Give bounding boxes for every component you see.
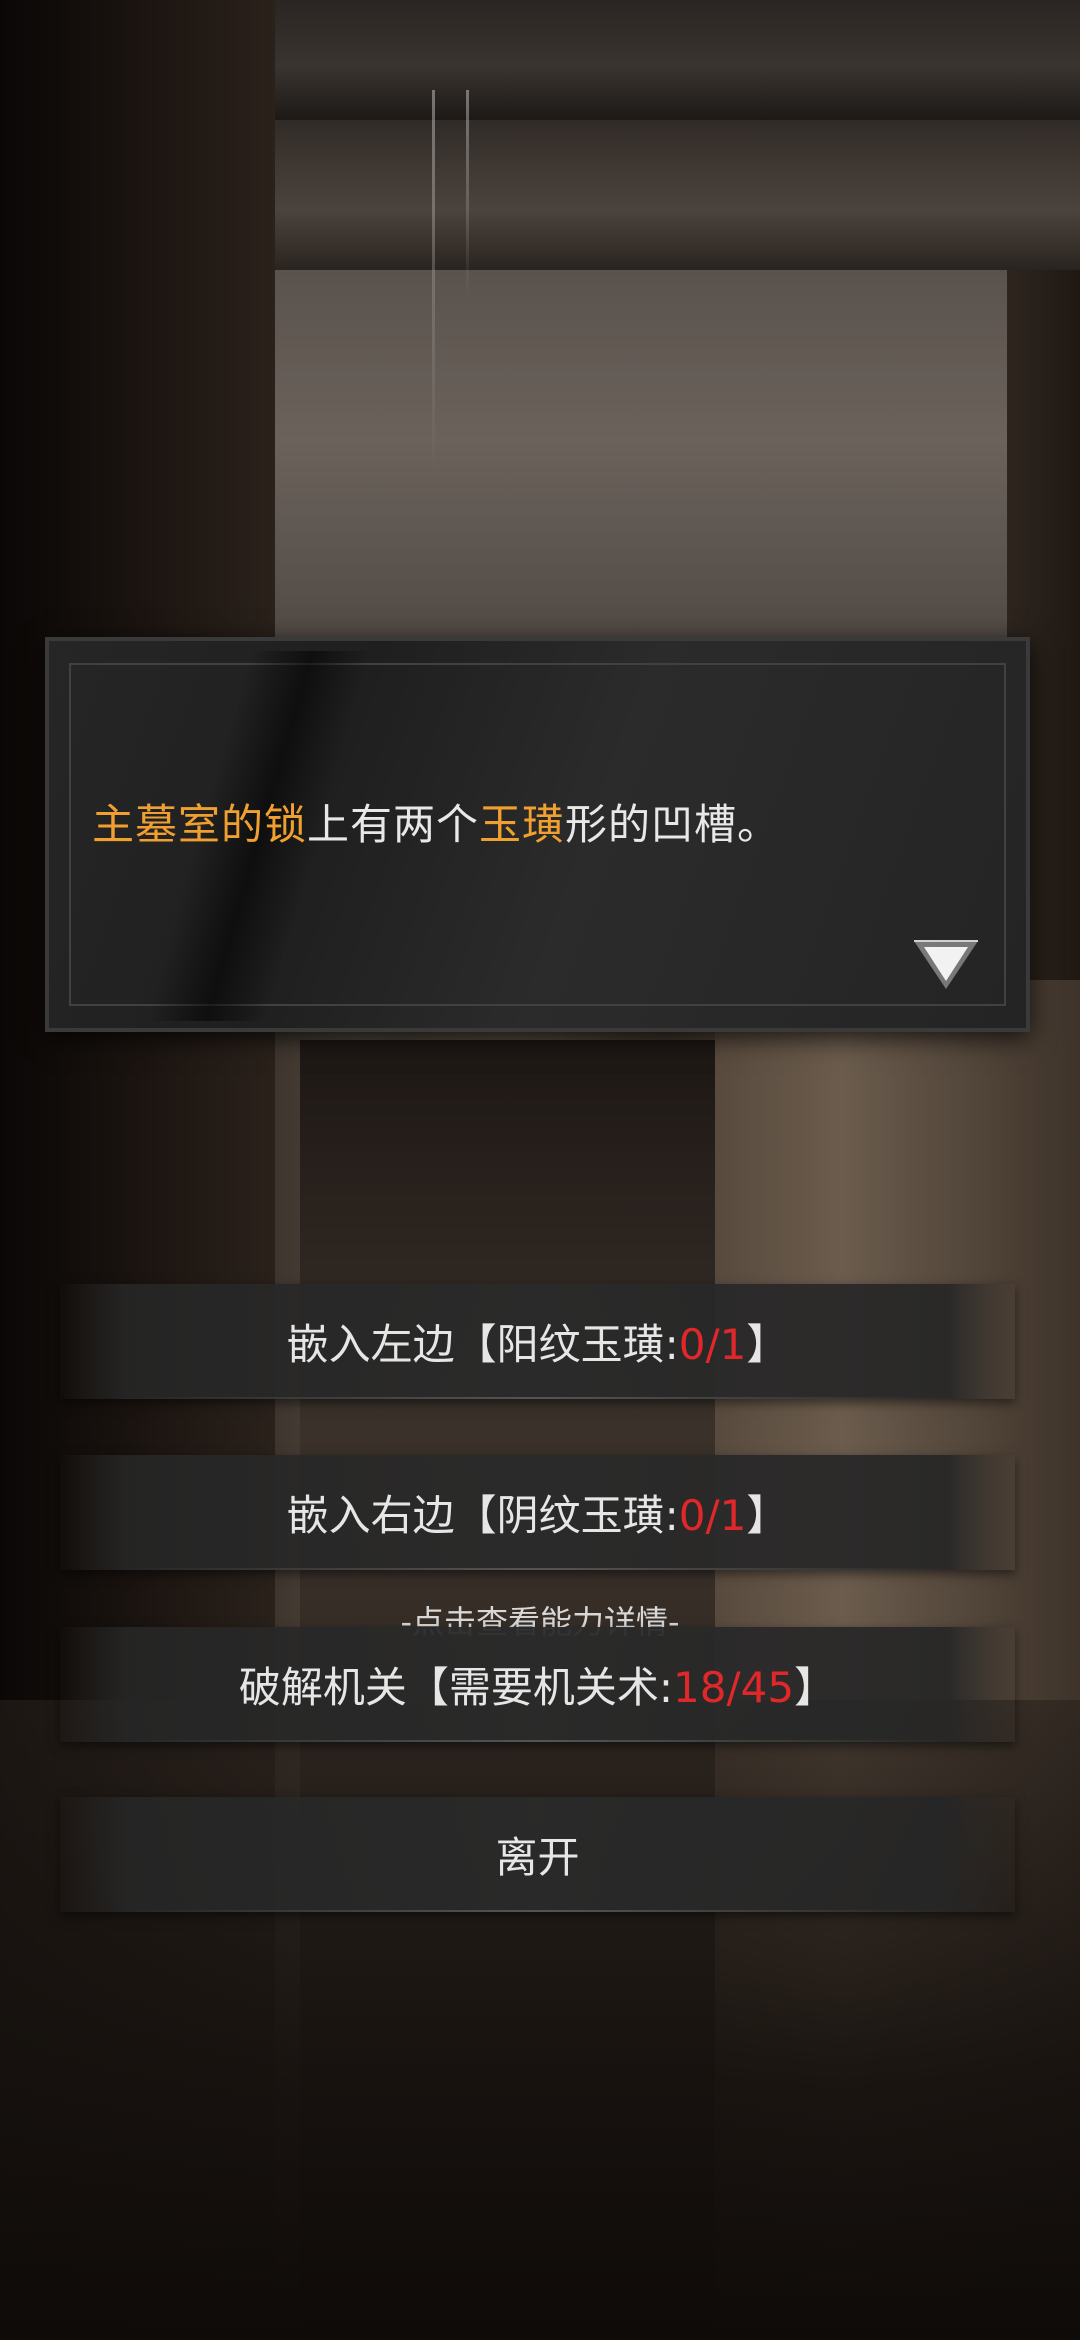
dialog-box[interactable]: 主墓室的锁上有两个玉璜形的凹槽。	[45, 637, 1030, 1032]
requirement-value: 0/1	[678, 1320, 747, 1369]
crack-mechanism-button[interactable]: 破解机关【需要机关术:18/45】	[60, 1627, 1015, 1742]
option-label: 离开	[495, 1833, 580, 1882]
dialog-text-segment: 上有两个	[307, 800, 480, 849]
leave-button[interactable]: 离开	[60, 1797, 1015, 1912]
water-drip	[466, 90, 469, 300]
tomb-corridor-background	[0, 0, 1080, 2340]
option-label: 嵌入右边【阴纹玉璜:0/1】	[287, 1482, 789, 1543]
option-text-suffix: 】	[746, 1491, 789, 1540]
option-text: 嵌入右边【阴纹玉璜:	[286, 1491, 679, 1540]
requirement-value: 0/1	[678, 1491, 747, 1540]
ceiling-beam	[265, 120, 1080, 270]
option-label: 嵌入左边【阳纹玉璜:0/1】	[287, 1311, 789, 1372]
option-text-suffix: 】	[794, 1663, 837, 1712]
ceiling-wood	[265, 0, 1080, 120]
option-label: 破解机关【需要机关术:18/45】	[239, 1654, 836, 1715]
insert-right-button[interactable]: 嵌入右边【阴纹玉璜:0/1】	[60, 1455, 1015, 1570]
requirement-value: 18/45	[673, 1663, 795, 1712]
dialog-text-segment: 形的凹槽。	[565, 800, 781, 849]
water-drip	[432, 90, 435, 470]
far-wall	[272, 270, 1007, 650]
dialog-text: 主墓室的锁上有两个玉璜形的凹槽。	[92, 791, 780, 852]
insert-left-button[interactable]: 嵌入左边【阳纹玉璜:0/1】	[60, 1284, 1015, 1399]
option-text: 破解机关【需要机关术:	[238, 1663, 674, 1712]
floor	[0, 1700, 1080, 2340]
dialog-highlight-text: 玉璜	[479, 800, 566, 849]
triangle-down-icon[interactable]	[910, 935, 982, 995]
dialog-highlight-text: 主墓室的锁	[92, 800, 308, 849]
option-text-suffix: 】	[746, 1320, 789, 1369]
option-text: 嵌入左边【阳纹玉璜:	[286, 1320, 679, 1369]
